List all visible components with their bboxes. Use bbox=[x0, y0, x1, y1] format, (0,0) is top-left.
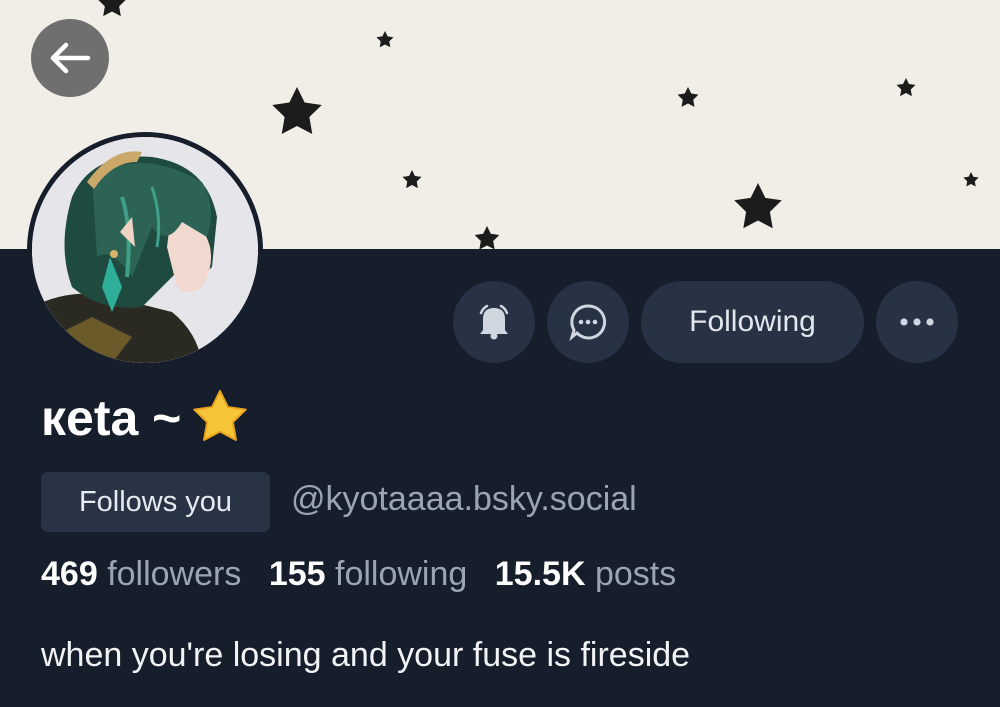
profile-stats: 469 followers 155 following 15.5K posts bbox=[41, 555, 694, 594]
bell-icon bbox=[479, 304, 509, 340]
followers-stat[interactable]: 469 followers bbox=[41, 555, 241, 593]
more-options-button[interactable] bbox=[876, 281, 958, 363]
display-name-text: кеta ~ bbox=[41, 390, 182, 446]
arrow-left-icon bbox=[50, 42, 91, 74]
profile-handle: @kyotaaaa.bsky.social bbox=[291, 480, 637, 518]
posts-count: 15.5K bbox=[494, 555, 586, 593]
posts-stat: 15.5K posts bbox=[495, 555, 676, 593]
following-count: 155 bbox=[268, 555, 326, 593]
message-button[interactable] bbox=[547, 281, 629, 363]
avatar-image bbox=[32, 137, 258, 363]
more-horizontal-icon bbox=[900, 318, 934, 326]
followers-count: 469 bbox=[41, 555, 98, 593]
follows-you-badge: Follows you bbox=[41, 472, 270, 532]
star-emoji bbox=[193, 389, 248, 441]
display-name: кеta ~ bbox=[41, 388, 251, 448]
back-button[interactable] bbox=[31, 19, 109, 97]
profile-bio: when you're losing and your fuse is fire… bbox=[41, 636, 691, 674]
notify-button[interactable] bbox=[453, 281, 535, 363]
posts-label: posts bbox=[594, 555, 677, 593]
follows-you-label: Follows you bbox=[78, 485, 233, 518]
avatar[interactable] bbox=[27, 132, 263, 368]
followers-label: followers bbox=[107, 555, 242, 593]
following-button[interactable]: Following bbox=[641, 281, 864, 363]
following-stat[interactable]: 155 following bbox=[269, 555, 468, 593]
following-label: following bbox=[335, 555, 468, 593]
chat-bubble-icon bbox=[569, 304, 607, 341]
following-button-label: Following bbox=[689, 305, 816, 338]
